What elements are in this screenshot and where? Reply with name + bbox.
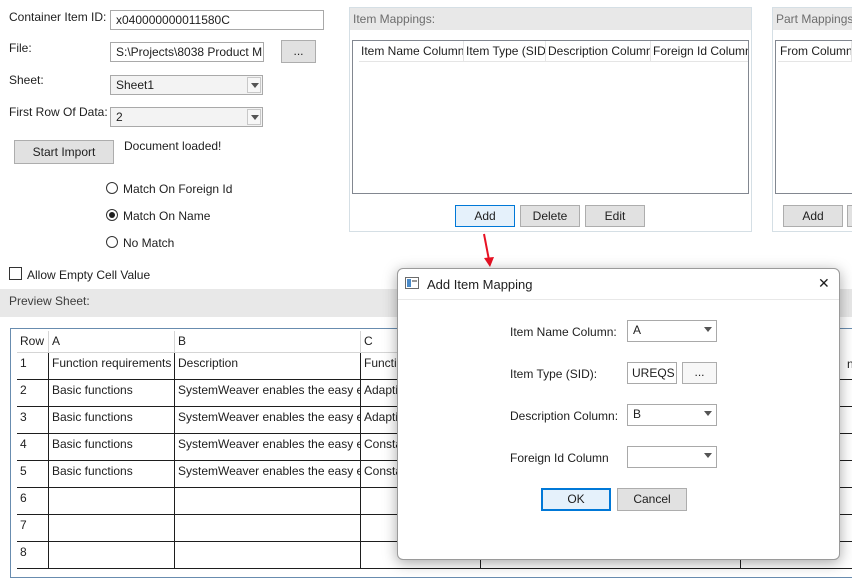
cell-a[interactable]: Basic functions xyxy=(49,380,175,407)
cell-a[interactable]: Basic functions xyxy=(49,434,175,461)
start-import-button[interactable]: Start Import xyxy=(14,140,114,164)
preview-sheet-title: Preview Sheet: xyxy=(9,294,90,308)
grid-header-a[interactable]: A xyxy=(49,331,175,353)
description-column-select[interactable]: B xyxy=(627,404,717,426)
dialog-titlebar: Add Item Mapping ✕ xyxy=(398,269,839,300)
no-match-label: No Match xyxy=(123,236,175,250)
sheet-select-value: Sheet1 xyxy=(116,78,155,92)
allow-empty-label: Allow Empty Cell Value xyxy=(27,268,151,282)
item-mapping-add-button[interactable]: Add xyxy=(455,205,515,227)
item-name-column-value: A xyxy=(633,323,642,337)
item-mapping-delete-button[interactable]: Delete xyxy=(520,205,580,227)
item-type-field[interactable]: UREQS xyxy=(627,362,677,384)
chevron-down-icon xyxy=(701,448,715,464)
file-path-field[interactable]: S:\Projects\8038 Product M xyxy=(110,42,264,62)
item-type-browse-button[interactable]: ... xyxy=(682,362,717,384)
chevron-down-icon xyxy=(247,77,261,93)
part-mapping-add-button[interactable]: Add xyxy=(783,205,843,227)
annotation-arrow-icon xyxy=(483,233,494,267)
item-mapping-edit-button[interactable]: Edit xyxy=(585,205,645,227)
cell-b[interactable]: SystemWeaver enables the easy e xyxy=(175,407,361,434)
cell-a[interactable]: Basic functions xyxy=(49,407,175,434)
part-mappings-list[interactable]: From Column xyxy=(775,40,852,194)
window-app-icon xyxy=(405,277,419,289)
ok-button[interactable]: OK xyxy=(541,488,611,511)
column-header-from[interactable]: From Column xyxy=(778,41,852,62)
cell-a[interactable] xyxy=(49,542,175,569)
match-name-radio[interactable] xyxy=(106,209,118,221)
cell-a[interactable]: Function requirements xyxy=(49,353,175,380)
chevron-down-icon xyxy=(701,322,715,338)
match-foreign-id-label: Match On Foreign Id xyxy=(123,182,233,196)
part-mapping-delete-button[interactable] xyxy=(847,205,852,227)
first-row-select-value: 2 xyxy=(116,110,123,124)
grid-header-row[interactable]: Row xyxy=(17,331,49,353)
foreign-id-column-select[interactable] xyxy=(627,446,717,468)
description-column-value: B xyxy=(633,407,642,421)
row-number-cell[interactable]: 4 xyxy=(17,434,49,461)
chevron-down-icon xyxy=(247,109,261,125)
cell-a[interactable] xyxy=(49,488,175,515)
item-mappings-list[interactable]: Item Name Column Item Type (SID) Descrip… xyxy=(352,40,749,194)
chevron-down-icon xyxy=(701,406,715,422)
sheet-label: Sheet: xyxy=(9,73,44,87)
row-number-cell[interactable]: 2 xyxy=(17,380,49,407)
allow-empty-checkbox[interactable] xyxy=(9,267,22,280)
description-column-label: Description Column: xyxy=(510,409,619,423)
close-icon[interactable]: ✕ xyxy=(818,275,830,292)
row-number-cell[interactable]: 6 xyxy=(17,488,49,515)
cell-b[interactable] xyxy=(175,542,361,569)
cell-a[interactable] xyxy=(49,515,175,542)
first-row-label: First Row Of Data: xyxy=(9,105,108,119)
cancel-button[interactable]: Cancel xyxy=(617,488,687,511)
row-number-cell[interactable]: 1 xyxy=(17,353,49,380)
file-browse-button[interactable]: ... xyxy=(281,40,316,63)
part-mappings-group: Part Mappings: From Column Add xyxy=(772,7,852,232)
cell-b[interactable]: SystemWeaver enables the easy e xyxy=(175,461,361,488)
cell-b[interactable]: SystemWeaver enables the easy e xyxy=(175,434,361,461)
cell-b[interactable] xyxy=(175,515,361,542)
match-foreign-id-radio[interactable] xyxy=(106,182,118,194)
column-header-item-type[interactable]: Item Type (SID) xyxy=(464,41,546,62)
row-number-cell[interactable]: 3 xyxy=(17,407,49,434)
item-type-label: Item Type (SID): xyxy=(510,367,598,381)
sheet-select[interactable]: Sheet1 xyxy=(110,75,263,95)
dialog-title: Add Item Mapping xyxy=(427,277,533,292)
item-name-column-label: Item Name Column: xyxy=(510,325,617,339)
cell-b[interactable] xyxy=(175,488,361,515)
row-number-cell[interactable]: 7 xyxy=(17,515,49,542)
cell-b[interactable]: Description xyxy=(175,353,361,380)
cut-off-column-text: ne xyxy=(847,357,852,371)
column-header-foreign-id[interactable]: Foreign Id Column xyxy=(651,41,748,62)
match-name-label: Match On Name xyxy=(123,209,211,223)
part-mappings-title: Part Mappings: xyxy=(773,8,852,30)
file-label: File: xyxy=(9,41,32,55)
add-item-mapping-dialog: Add Item Mapping ✕ Item Name Column: A I… xyxy=(397,268,840,560)
grid-header-b[interactable]: B xyxy=(175,331,361,353)
status-text: Document loaded! xyxy=(124,139,222,153)
foreign-id-column-label: Foreign Id Column xyxy=(510,451,609,465)
row-number-cell[interactable]: 5 xyxy=(17,461,49,488)
row-number-cell[interactable]: 8 xyxy=(17,542,49,569)
container-item-id-label: Container Item ID: xyxy=(9,10,107,24)
column-header-description[interactable]: Description Column xyxy=(546,41,651,62)
cell-a[interactable]: Basic functions xyxy=(49,461,175,488)
item-mappings-group: Item Mappings: Item Name Column Item Typ… xyxy=(349,7,752,232)
first-row-select[interactable]: 2 xyxy=(110,107,263,127)
item-mappings-title: Item Mappings: xyxy=(350,8,751,30)
item-name-column-select[interactable]: A xyxy=(627,320,717,342)
column-header-item-name[interactable]: Item Name Column xyxy=(359,41,464,62)
container-item-id-field[interactable]: x040000000011580C xyxy=(110,10,324,30)
cell-b[interactable]: SystemWeaver enables the easy e xyxy=(175,380,361,407)
no-match-radio[interactable] xyxy=(106,236,118,248)
